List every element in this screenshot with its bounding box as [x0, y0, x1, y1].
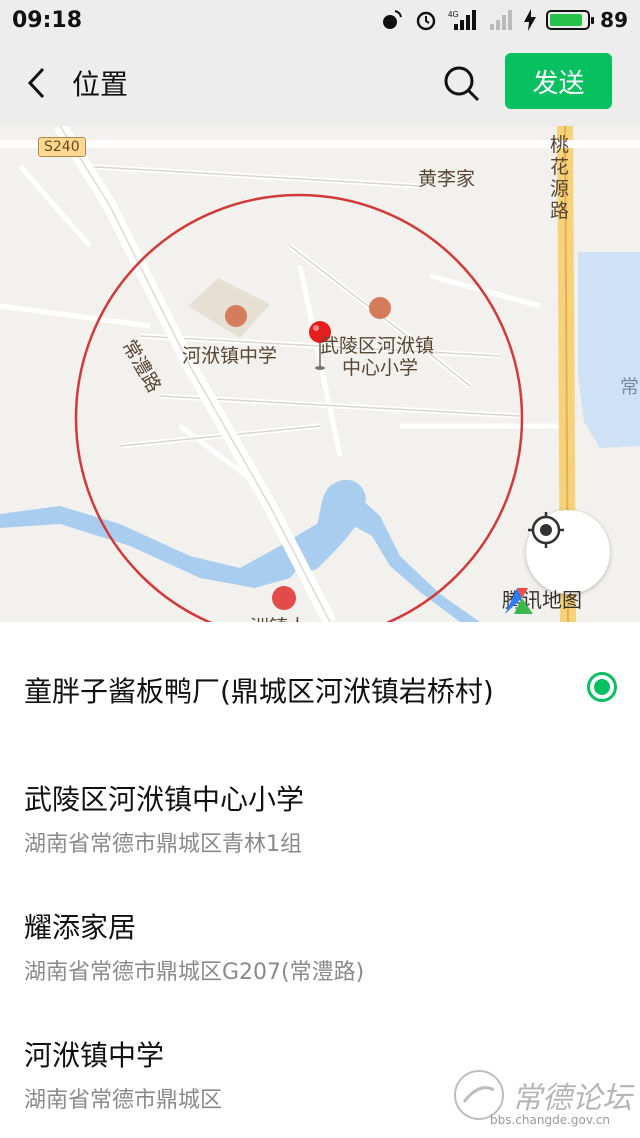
- battery-percent: 89: [600, 8, 628, 32]
- lake-right: [578, 252, 640, 448]
- place-label: 常: [620, 376, 640, 398]
- list-item[interactable]: 武陵区河洑镇中心小学 湖南省常德市鼎城区青林1组: [0, 752, 640, 880]
- crosshair-icon: [528, 512, 564, 548]
- location-name: 河洑镇中学: [24, 1039, 165, 1072]
- charging-icon: [524, 9, 537, 31]
- watermark-url: bbs.changde.gov.cn: [490, 1113, 611, 1127]
- signal-weak-icon: [490, 10, 513, 30]
- battery-icon: [546, 10, 595, 30]
- road-label: 桃花源路: [550, 134, 570, 222]
- school-marker-icon: [225, 305, 247, 327]
- search-button[interactable]: [440, 62, 484, 106]
- poi-label: 河洑镇中学: [182, 345, 278, 367]
- page-title: 位置: [72, 68, 129, 101]
- signal-4g-icon: 4G: [448, 10, 477, 30]
- send-button[interactable]: 发送: [505, 53, 612, 109]
- government-marker-icon: [272, 586, 296, 610]
- place-label: 洲镇人: [250, 612, 307, 622]
- place-label: 黄李家: [418, 168, 476, 190]
- list-item[interactable]: 耀添家居 湖南省常德市鼎城区G207(常澧路): [0, 880, 640, 1008]
- location-name: 武陵区河洑镇中心小学: [24, 783, 305, 816]
- chevron-left-icon: [27, 67, 45, 99]
- status-bar: 09:18 4G 89: [0, 0, 640, 40]
- location-address: 湖南省常德市鼎城区青林1组: [24, 832, 302, 857]
- locate-button[interactable]: [526, 510, 610, 594]
- tencent-map-logo-icon: [505, 588, 533, 614]
- map-brand: 腾讯地图: [502, 584, 582, 614]
- location-list: 童胖子酱板鸭厂(鼎城区河洑镇岩桥村) 武陵区河洑镇中心小学 湖南省常德市鼎城区青…: [0, 622, 640, 1136]
- clock: 09:18: [12, 7, 83, 33]
- back-button[interactable]: [0, 40, 72, 126]
- map-view[interactable]: S240 黄李家 桃花源路 常澧路 河洑镇中学 武陵区河洑镇 中心小学 常 洲镇…: [0, 126, 640, 622]
- nav-bar: 位置 发送: [0, 40, 640, 126]
- river: [0, 498, 480, 622]
- alarm-icon: [416, 11, 436, 31]
- location-address: 湖南省常德市鼎城区G207(常澧路): [24, 960, 365, 985]
- svg-text:4G: 4G: [448, 10, 459, 19]
- list-item[interactable]: 童胖子酱板鸭厂(鼎城区河洑镇岩桥村): [0, 622, 640, 752]
- search-icon: [444, 66, 480, 102]
- school-marker-icon-2: [369, 297, 391, 319]
- location-address: 湖南省常德市鼎城区: [24, 1088, 223, 1113]
- road-badge: S240: [38, 137, 86, 157]
- location-name: 童胖子酱板鸭厂(鼎城区河洑镇岩桥村): [24, 675, 494, 708]
- location-name: 耀添家居: [24, 911, 137, 944]
- poi-label: 中心小学: [342, 357, 419, 379]
- hotspot-icon: [383, 10, 403, 29]
- selected-radio[interactable]: [587, 672, 617, 702]
